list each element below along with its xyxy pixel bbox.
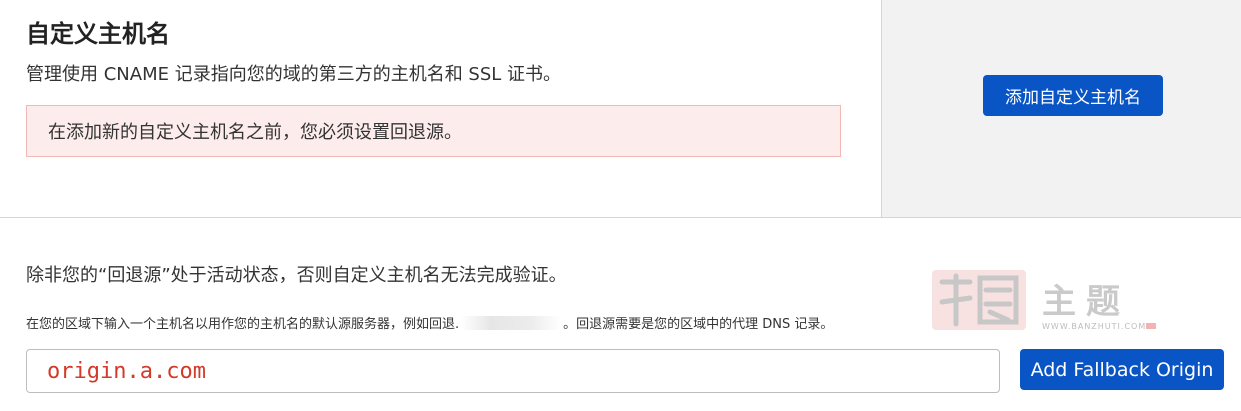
watermark-dot bbox=[1146, 323, 1156, 329]
fallback-origin-input[interactable] bbox=[27, 350, 999, 392]
card-description: 管理使用 CNAME 记录指向您的域的第三方的主机名和 SSL 证书。 bbox=[26, 64, 562, 85]
custom-hostnames-page: 自定义主机名 管理使用 CNAME 记录指向您的域的第三方的主机名和 SSL 证… bbox=[0, 0, 1241, 411]
watermark-url: WWW.BANZHUTI.COM bbox=[1042, 322, 1147, 331]
redacted-domain bbox=[461, 315, 562, 330]
card-content: 自定义主机名 管理使用 CNAME 记录指向您的域的第三方的主机名和 SSL 证… bbox=[0, 0, 881, 217]
fallback-origin-field bbox=[26, 349, 1000, 393]
add-fallback-origin-button[interactable]: Add Fallback Origin bbox=[1020, 349, 1224, 390]
site-watermark: 主题 WWW.BANZHUTI.COM bbox=[930, 268, 1160, 338]
help-text-start: 在您的区域下输入一个主机名以用作您的主机名的默认源服务器，例如回退. bbox=[26, 317, 460, 332]
fallback-required-alert: 在添加新的自定义主机名之前，您必须设置回退源。 bbox=[26, 105, 841, 157]
fallback-description: 除非您的“回退源”处于活动状态，否则自定义主机名无法完成验证。 bbox=[26, 265, 567, 286]
alert-message: 在添加新的自定义主机名之前，您必须设置回退源。 bbox=[48, 122, 462, 143]
watermark-text: 主题 bbox=[1042, 282, 1130, 322]
help-text-end: 。回退源需要是您的区域中的代理 DNS 记录。 bbox=[563, 317, 834, 332]
fallback-help-text: 在您的区域下输入一个主机名以用作您的主机名的默认源服务器，例如回退. 。回退源需… bbox=[26, 313, 833, 332]
watermark-seal-icon bbox=[932, 270, 1026, 330]
custom-hostnames-card: 自定义主机名 管理使用 CNAME 记录指向您的域的第三方的主机名和 SSL 证… bbox=[0, 0, 1241, 218]
add-custom-hostname-button[interactable]: 添加自定义主机名 bbox=[983, 75, 1163, 116]
page-title: 自定义主机名 bbox=[26, 20, 170, 48]
